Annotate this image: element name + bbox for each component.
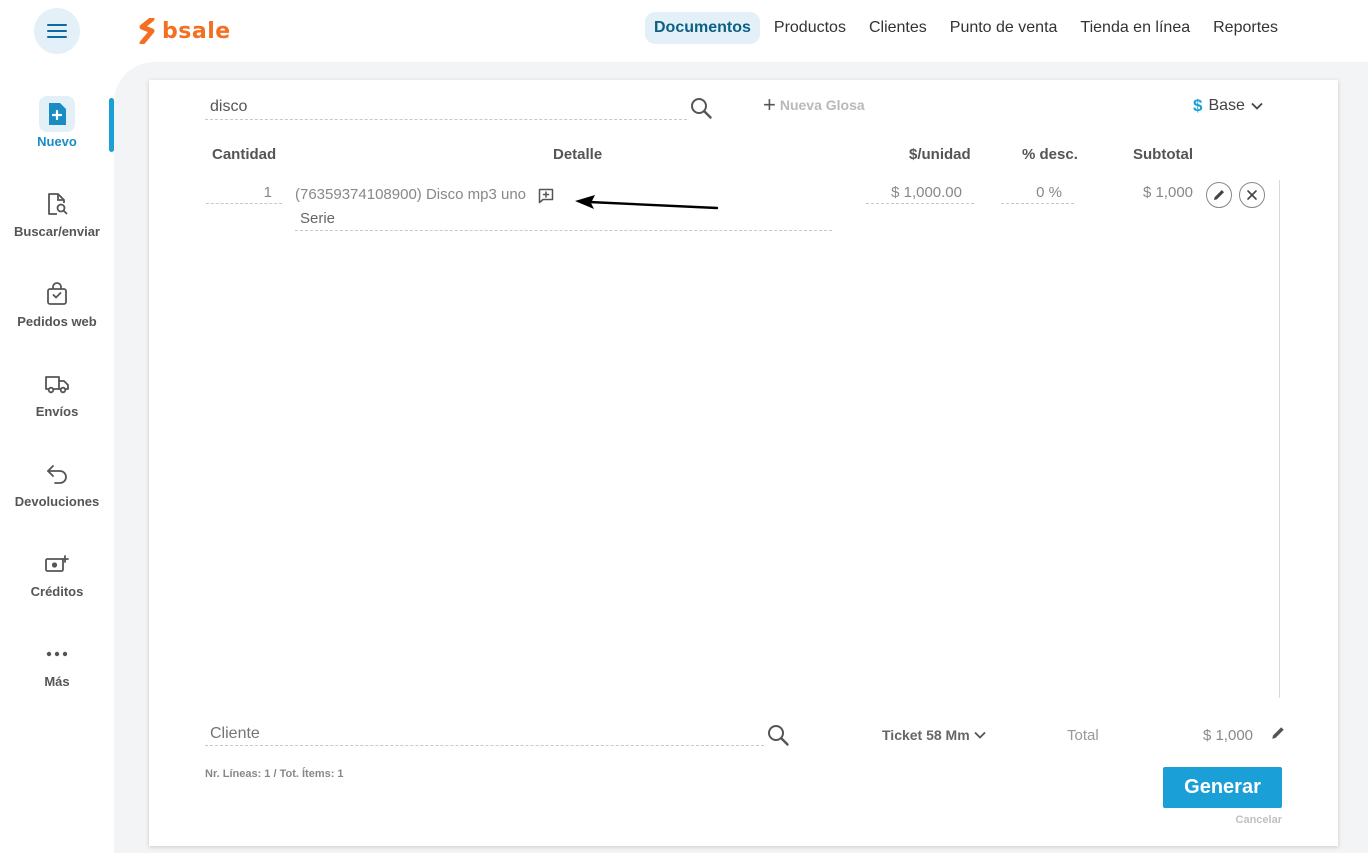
add-comment-icon[interactable] [538,188,554,209]
nav-documentos[interactable]: Documentos [645,12,760,44]
annotation-arrow [575,195,719,210]
remove-line-button[interactable] [1239,182,1265,208]
sidebar-item-buscar-enviar[interactable]: Buscar/enviar [0,186,114,256]
column-header-quantity: Cantidad [212,146,277,163]
close-icon [1247,190,1257,200]
price-list-select[interactable]: $ Base [1193,96,1263,116]
edit-line-button[interactable] [1206,182,1232,208]
product-search-input[interactable] [205,94,687,120]
pencil-icon [1214,190,1224,200]
cancel-link[interactable]: Cancelar [1229,814,1282,826]
nav-clientes[interactable]: Clientes [860,12,936,44]
logo-text: bsale [162,18,231,44]
sidebar-item-label: Más [44,674,70,689]
sidebar-item-label: Buscar/enviar [14,224,100,239]
client-search-icon[interactable] [766,723,790,752]
sidebar-item-creditos[interactable]: Créditos [0,546,114,616]
search-document-icon [39,186,75,222]
truck-icon [39,366,75,402]
scroll-track[interactable] [1279,180,1280,698]
nav-productos[interactable]: Productos [765,12,855,44]
line-discount[interactable]: 0 % [1001,184,1074,204]
client-input[interactable] [205,722,764,746]
total-value: $ 1,000 [1202,727,1253,744]
sidebar-item-label: Pedidos web [17,314,97,329]
nav-punto-de-venta[interactable]: Punto de venta [941,12,1067,44]
sidebar-item-nuevo[interactable]: Nuevo [0,96,114,166]
sidebar-item-devoluciones[interactable]: Devoluciones [0,456,114,526]
top-bar: bsale Documentos Productos Clientes Punt… [0,0,1368,62]
sidebar-item-pedidos-web[interactable]: Pedidos web [0,276,114,346]
line-unit-price[interactable]: $ 1,000.00 [866,184,974,204]
shopping-bag-icon [39,276,75,312]
hamburger-icon [47,24,67,38]
bsale-logo-icon [139,18,155,44]
sidebar-item-label: Devoluciones [14,494,100,509]
plus-icon: + [763,92,776,117]
lines-summary: Nr. Líneas: 1 / Tot. Ítems: 1 [205,768,344,780]
credit-money-icon [39,546,75,582]
total-label: Total [1067,727,1099,744]
product-search [205,94,687,120]
dollar-icon: $ [1193,96,1203,115]
document-type-select[interactable]: Ticket 58 Mm [882,727,986,743]
serie-field[interactable]: Serie [295,210,832,231]
column-header-unit-price: $/unidad [909,146,971,163]
document-card: + Nueva Glosa $ Base Cantidad Detalle $/… [149,80,1338,846]
sidebar-item-label: Nuevo [37,134,77,149]
line-subtotal: $ 1,000 [1142,184,1193,201]
menu-button[interactable] [34,8,80,54]
return-arrow-icon [39,456,75,492]
new-gloss-button[interactable]: + Nueva Glosa [763,92,865,117]
sidebar-item-envios[interactable]: Envíos [0,366,114,436]
sidebar-item-mas[interactable]: Más [0,636,114,706]
search-icon[interactable] [689,96,713,125]
column-header-subtotal: Subtotal [1133,146,1193,163]
price-list-label: Base [1208,97,1245,114]
nav-reportes[interactable]: Reportes [1204,12,1287,44]
column-header-discount: % desc. [1022,146,1078,163]
client-search [205,722,764,746]
more-dots-icon [39,636,75,672]
nav-tienda-en-linea[interactable]: Tienda en línea [1071,12,1199,44]
chevron-down-icon [974,731,986,739]
edit-total-icon[interactable] [1270,725,1286,746]
document-type-label: Ticket 58 Mm [882,727,970,743]
generate-button[interactable]: Generar [1163,767,1282,808]
line-quantity[interactable]: 1 [206,184,282,204]
new-gloss-label: Nueva Glosa [779,97,865,113]
sidebar-item-label: Créditos [30,584,84,599]
column-header-detail: Detalle [553,146,603,163]
main-nav: Documentos Productos Clientes Punto de v… [645,12,1292,44]
bsale-logo[interactable]: bsale [138,16,231,46]
chevron-down-icon [1251,102,1263,110]
sidebar: Nuevo Buscar/enviar Pedidos web Envíos D… [0,62,114,853]
line-detail: (76359374108900) Disco mp3 uno [295,186,526,203]
new-document-icon [39,96,75,132]
sidebar-item-label: Envíos [35,404,79,419]
